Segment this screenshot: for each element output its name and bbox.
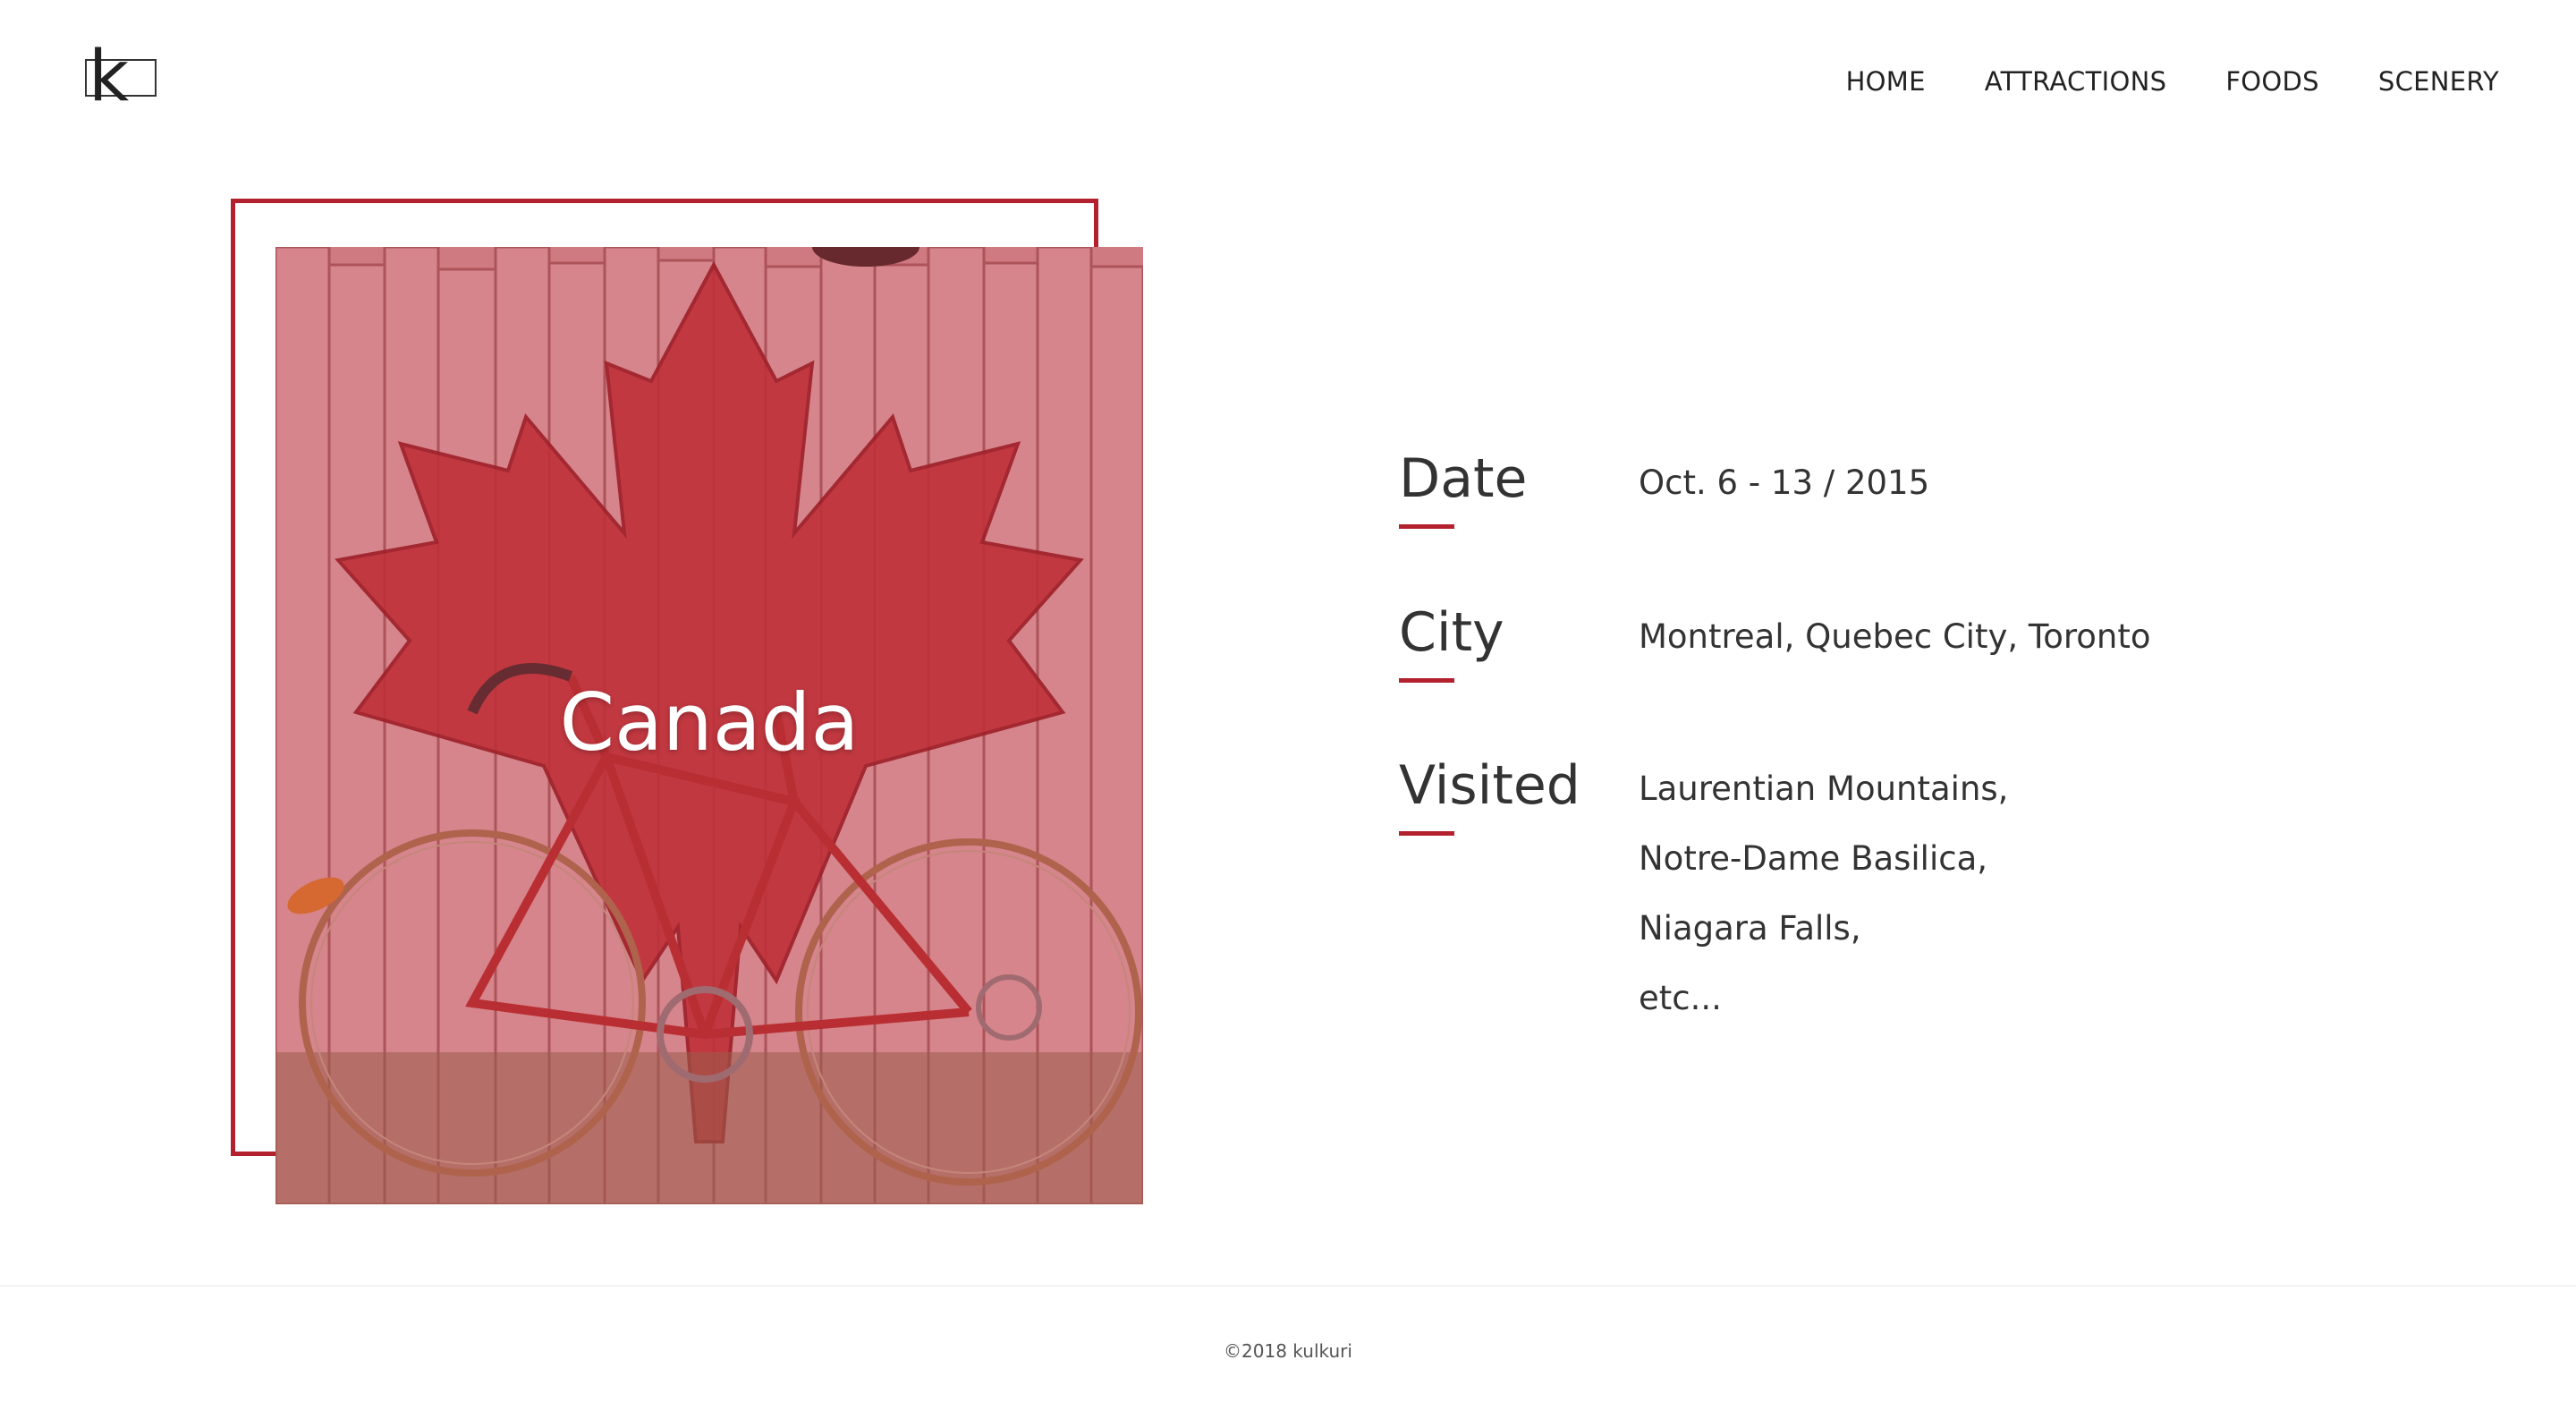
footer: ©2018 kulkuri: [0, 1285, 2576, 1428]
visited-list: Laurentian Mountains, Notre-Dame Basilic…: [1639, 754, 2008, 1033]
hero-title: Canada: [559, 676, 860, 769]
nav-attractions-link[interactable]: ATTRACTIONS: [1985, 66, 2167, 97]
visited-item: etc...: [1639, 979, 1722, 1017]
site-logo[interactable]: k: [85, 41, 157, 113]
city-underline: [1399, 678, 1454, 683]
nav-foods-link[interactable]: FOODS: [2225, 66, 2319, 97]
page: k HOME ATTRACTIONS FOODS SCENERY Canada …: [0, 0, 2576, 1428]
visited-item: Notre-Dame Basilica,: [1639, 839, 1988, 878]
visited-underline: [1399, 831, 1454, 836]
nav-home-link[interactable]: HOME: [1846, 66, 1926, 97]
city-value: Montreal, Quebec City, Toronto: [1639, 617, 2151, 656]
main-nav: HOME ATTRACTIONS FOODS SCENERY: [1846, 66, 2499, 97]
date-underline: [1399, 524, 1454, 529]
copyright-text: ©2018 kulkuri: [1224, 1340, 1352, 1362]
logo-letter: k: [89, 37, 130, 117]
date-value: Oct. 6 - 13 / 2015: [1639, 463, 1930, 502]
visited-item: Niagara Falls,: [1639, 909, 1861, 948]
visited-item: Laurentian Mountains,: [1639, 769, 2009, 808]
date-label: Date: [1399, 447, 1528, 510]
hero-photo: Canada: [275, 247, 1143, 1204]
city-label: City: [1399, 601, 1504, 664]
nav-scenery-link[interactable]: SCENERY: [2378, 66, 2499, 97]
visited-label: Visited: [1399, 754, 1580, 817]
